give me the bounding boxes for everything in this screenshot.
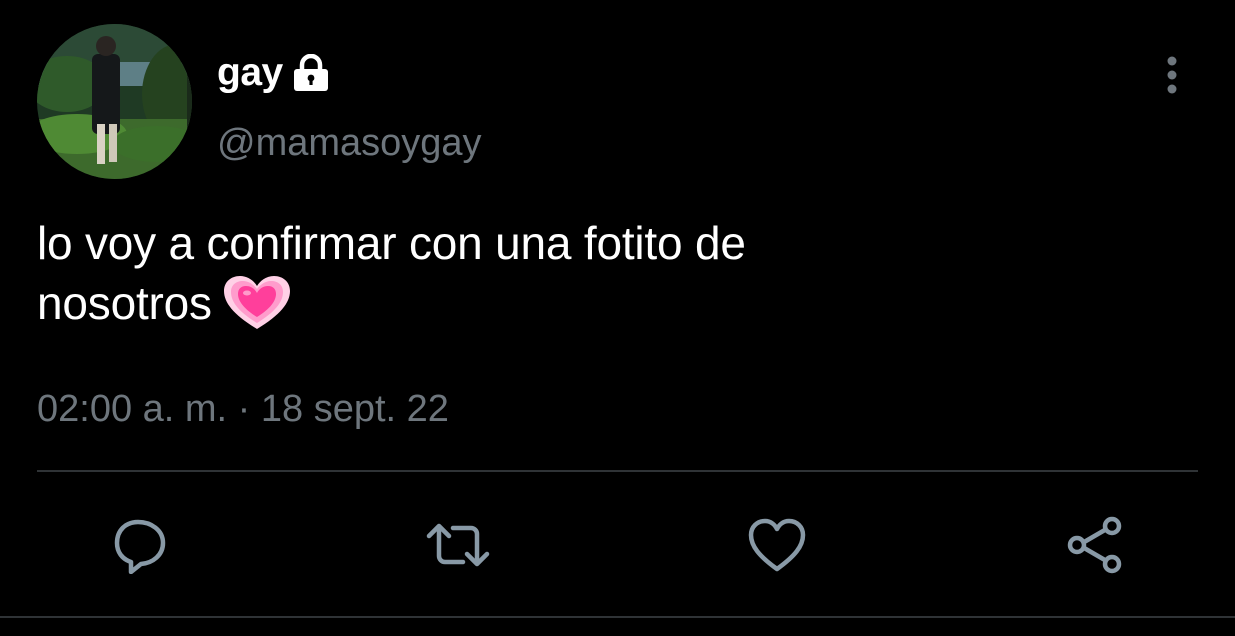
tweet-text-line: nosotros xyxy=(37,273,1197,333)
tweet-text: lo voy a confirmar con una fotito de nos… xyxy=(37,213,1197,333)
tweet-text-line: lo voy a confirmar con una fotito de xyxy=(37,217,746,269)
share-icon xyxy=(1067,516,1122,574)
tweet-text-fragment: nosotros xyxy=(37,277,212,329)
bottom-divider xyxy=(0,616,1235,618)
avatar[interactable] xyxy=(37,24,192,179)
lock-icon xyxy=(293,53,329,92)
like-button[interactable] xyxy=(737,505,817,585)
reply-icon xyxy=(114,519,166,574)
more-options-button[interactable] xyxy=(1150,50,1194,100)
retweet-icon xyxy=(426,523,490,567)
tweet: gay @mamasoygay lo voy a confirmar con u… xyxy=(0,0,1235,636)
display-name-row: gay xyxy=(217,50,329,96)
heart-icon xyxy=(748,518,806,572)
more-vertical-icon xyxy=(1167,56,1177,94)
display-name[interactable]: gay xyxy=(217,50,283,96)
tweet-actions xyxy=(0,505,1235,585)
divider xyxy=(37,470,1198,472)
retweet-button[interactable] xyxy=(418,505,498,585)
growing-heart-emoji-icon xyxy=(222,275,292,331)
tweet-timestamp[interactable]: 02:00 a. m. · 18 sept. 22 xyxy=(37,386,449,432)
avatar-photo xyxy=(37,24,192,179)
reply-button[interactable] xyxy=(100,505,180,585)
user-handle[interactable]: @mamasoygay xyxy=(217,120,482,166)
share-button[interactable] xyxy=(1055,505,1135,585)
